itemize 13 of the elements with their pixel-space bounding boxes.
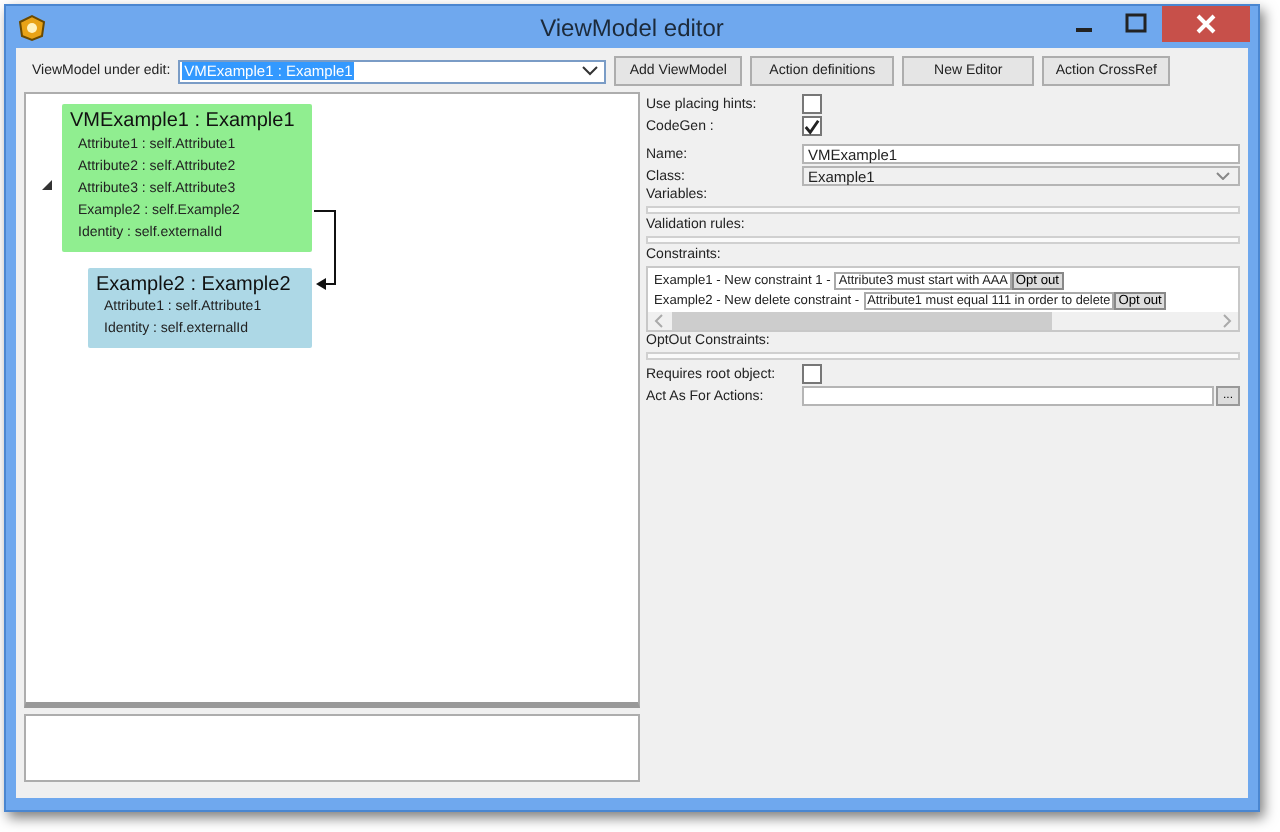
close-icon[interactable]	[1162, 6, 1250, 42]
expander-icon[interactable]	[42, 180, 52, 190]
window-title: ViewModel editor	[540, 13, 724, 41]
node-title: VMExample1 : Example1	[70, 108, 297, 134]
app-icon	[18, 13, 46, 41]
node-title: Example2 : Example2	[96, 272, 293, 298]
checkbox[interactable]	[802, 364, 822, 384]
connector-arrow	[314, 210, 338, 290]
checkbox[interactable]	[802, 116, 822, 136]
act-as-field[interactable]	[802, 386, 1214, 406]
dropdown-icon	[1216, 172, 1230, 180]
checkbox[interactable]	[802, 94, 822, 114]
dropdown-icon	[582, 66, 599, 76]
